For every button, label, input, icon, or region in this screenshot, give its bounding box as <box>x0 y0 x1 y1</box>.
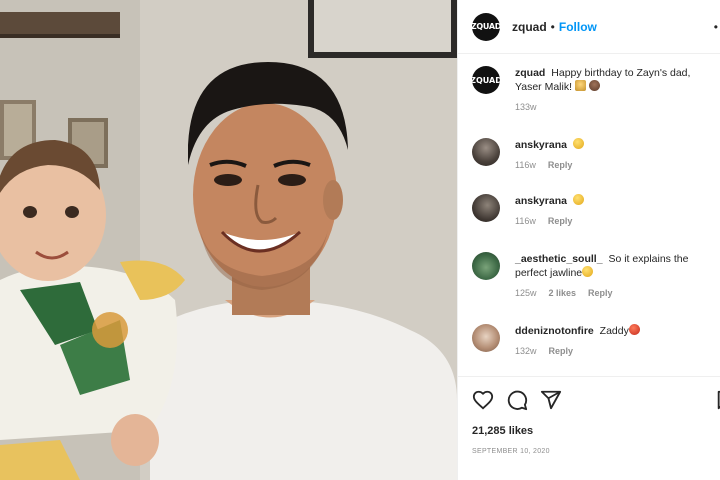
caption-body: zquad Happy birthday to Zayn's dad, Yase… <box>515 66 705 114</box>
comment-item: _aesthetic_soull_ So it explains the per… <box>472 252 712 300</box>
author-username[interactable]: zquad <box>512 20 547 34</box>
post-actions: 21,285 likes SEPTEMBER 10, 2020 <box>458 376 720 480</box>
caption-item: ZQUAD zquad Happy birthday to Zayn's dad… <box>472 66 712 114</box>
post-header: ZQUAD zquad • Follow • <box>458 0 720 54</box>
commenter-avatar[interactable] <box>472 252 500 280</box>
author-avatar[interactable]: ZQUAD <box>471 12 501 41</box>
reply-button[interactable]: Reply <box>548 214 573 228</box>
comment-meta: 125w 2 likes Reply <box>515 286 712 300</box>
share-icon[interactable] <box>540 389 562 411</box>
grin-emoji <box>582 266 594 277</box>
grin-emoji <box>572 138 584 149</box>
likes-count[interactable]: 21,285 likes <box>472 425 533 437</box>
post-photo[interactable] <box>0 0 457 480</box>
comment-body: anskyrana 116w Reply <box>515 138 584 172</box>
gift-emoji <box>574 80 586 91</box>
comment-time[interactable]: 132w <box>515 344 537 358</box>
post-date[interactable]: SEPTEMBER 10, 2020 <box>472 448 550 455</box>
comment-item: anskyrana 116w Reply <box>472 138 712 172</box>
comment-icon[interactable] <box>506 389 528 411</box>
comment-meta: 116w Reply <box>515 214 584 228</box>
comment-item: ddeniznotonfire Zaddy 132w Reply <box>472 324 712 358</box>
more-options-icon[interactable]: • <box>714 20 718 34</box>
commenter-avatar[interactable] <box>472 194 500 222</box>
comment-item: anskyrana 116w Reply <box>472 194 712 228</box>
caption-username[interactable]: zquad <box>515 67 545 79</box>
comment-username[interactable]: anskyrana <box>515 139 567 151</box>
comment-body: ddeniznotonfire Zaddy 132w Reply <box>515 324 640 358</box>
comment-username[interactable]: _aesthetic_soull_ <box>515 253 603 265</box>
comment-username[interactable]: anskyrana <box>515 195 567 207</box>
grin-emoji <box>572 194 584 205</box>
reply-button[interactable]: Reply <box>548 158 573 172</box>
action-icons <box>472 389 720 413</box>
heart-icon[interactable] <box>472 389 494 411</box>
comment-time[interactable]: 116w <box>515 158 536 172</box>
comment-username[interactable]: ddeniznotonfire <box>515 325 594 337</box>
commenter-avatar[interactable] <box>472 324 500 352</box>
caption-avatar[interactable]: ZQUAD <box>472 66 500 94</box>
comments-list[interactable]: ZQUAD zquad Happy birthday to Zayn's dad… <box>458 54 720 376</box>
bookmark-icon[interactable] <box>715 389 720 411</box>
post-photo-illustration <box>0 0 457 480</box>
caption-meta: 133w <box>515 100 705 114</box>
reply-button[interactable]: Reply <box>588 286 613 300</box>
follow-button[interactable]: Follow <box>559 20 597 34</box>
comment-body: _aesthetic_soull_ So it explains the per… <box>515 252 712 300</box>
post-sidebar: ZQUAD zquad • Follow • ZQUAD zquad Happy… <box>457 0 720 480</box>
comment-body: anskyrana 116w Reply <box>515 194 584 228</box>
caption-time[interactable]: 133w <box>515 100 537 114</box>
comment-meta: 132w Reply <box>515 344 640 358</box>
reply-button[interactable]: Reply <box>549 344 574 358</box>
comment-meta: 116w Reply <box>515 158 584 172</box>
comment-time[interactable]: 125w <box>515 286 537 300</box>
comment-text: Zaddy <box>599 325 629 337</box>
red-face-emoji <box>628 324 640 335</box>
cake-emoji <box>588 80 600 91</box>
commenter-avatar[interactable] <box>472 138 500 166</box>
comment-time[interactable]: 116w <box>515 214 536 228</box>
comment-likes[interactable]: 2 likes <box>549 286 577 300</box>
header-separator: • <box>550 19 555 34</box>
